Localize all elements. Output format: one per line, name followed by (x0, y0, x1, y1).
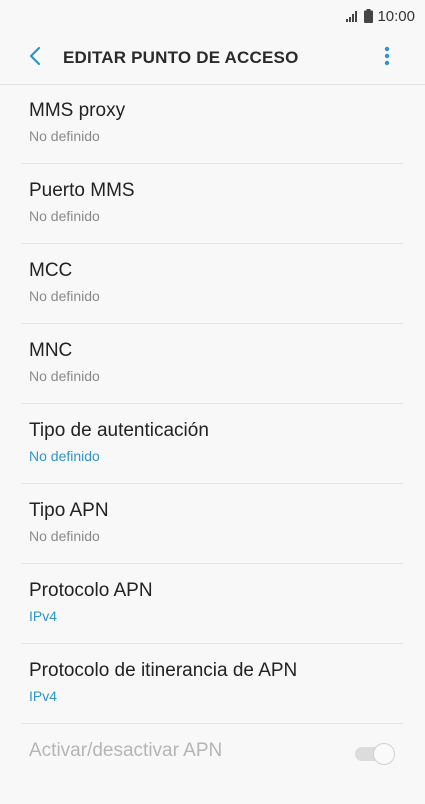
more-options-button[interactable] (369, 40, 405, 76)
list-item-mms-proxy[interactable]: MMS proxy No definido (0, 84, 425, 164)
list-item-activar-apn[interactable]: Activar/desactivar APN (0, 724, 425, 804)
status-bar: 10:00 (0, 0, 425, 32)
settings-list: MMS proxy No definido Puerto MMS No defi… (0, 84, 425, 804)
status-time: 10:00 (377, 7, 415, 25)
item-value: No definido (29, 528, 100, 544)
list-item-mcc[interactable]: MCC No definido (0, 244, 425, 324)
item-value: IPv4 (29, 688, 58, 704)
list-item-protocolo-apn[interactable]: Protocolo APN IPv4 (0, 564, 425, 644)
item-value: IPv4 (29, 608, 58, 624)
item-label: Puerto MMS (29, 180, 135, 201)
item-label: Tipo APN (29, 500, 109, 521)
back-arrow-icon (28, 46, 42, 71)
more-vert-icon (384, 46, 390, 71)
item-value: No definido (29, 208, 100, 224)
toggle-knob (373, 743, 395, 765)
apn-toggle-switch[interactable] (355, 743, 395, 765)
item-label: Tipo de autenticación (29, 420, 209, 441)
item-label: Protocolo APN (29, 580, 153, 601)
list-item-tipo-autenticacion[interactable]: Tipo de autenticación No definido (0, 404, 425, 484)
item-value: No definido (29, 128, 100, 144)
item-value: No definido (29, 288, 100, 304)
item-label: MMS proxy (29, 100, 126, 121)
item-label: Protocolo de itinerancia de APN (29, 660, 298, 681)
list-item-protocolo-itinerancia[interactable]: Protocolo de itinerancia de APN IPv4 (0, 644, 425, 724)
item-value: No definido (29, 448, 100, 464)
app-bar: EDITAR PUNTO DE ACCESO (0, 32, 425, 84)
page-title: EDITAR PUNTO DE ACCESO (63, 48, 299, 67)
signal-icon (346, 10, 360, 22)
battery-icon (364, 9, 374, 23)
item-label: MNC (29, 340, 73, 361)
item-label: MCC (29, 260, 73, 281)
list-item-tipo-apn[interactable]: Tipo APN No definido (0, 484, 425, 564)
list-item-puerto-mms[interactable]: Puerto MMS No definido (0, 164, 425, 244)
item-value: No definido (29, 368, 100, 384)
list-item-mnc[interactable]: MNC No definido (0, 324, 425, 404)
back-button[interactable] (17, 40, 53, 76)
